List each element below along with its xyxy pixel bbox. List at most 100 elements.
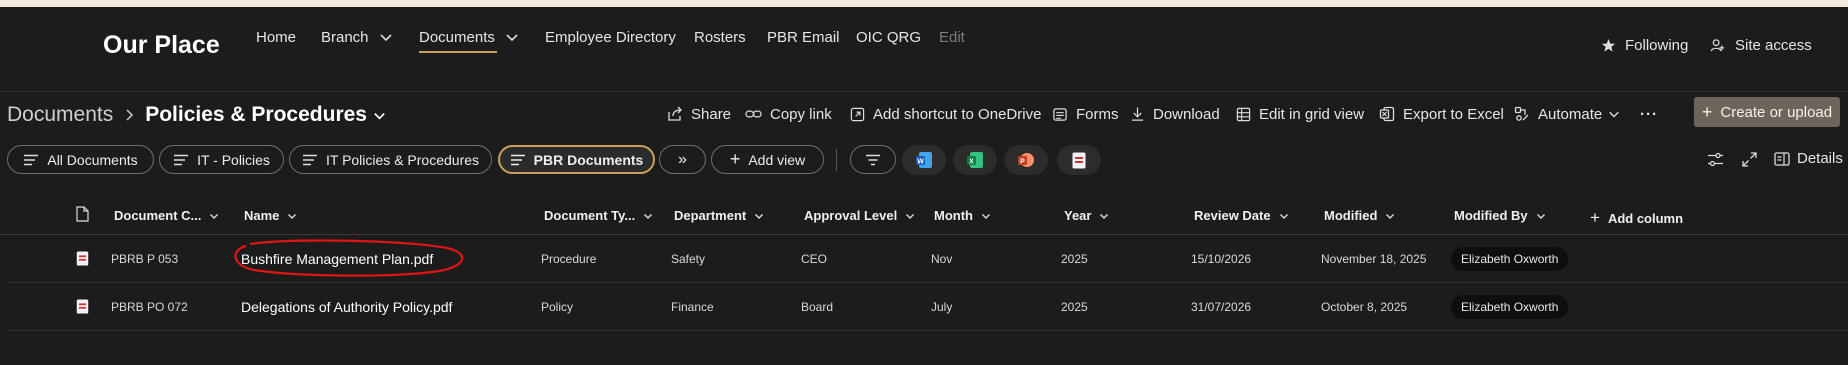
column-name[interactable]: Name [244,208,297,223]
view-all-documents[interactable]: All Documents [7,145,154,174]
document-code: PBRB PO 072 [111,299,188,314]
document-code: PBRB P 053 [111,251,179,266]
document-type: Procedure [541,251,597,266]
edit-grid-view-button[interactable]: Edit in grid view [1236,103,1364,125]
filter-button[interactable] [850,145,896,174]
edit-grid-view-label: Edit in grid view [1259,105,1365,123]
following-label: Following [1625,37,1689,54]
view-it-policies[interactable]: IT - Policies [159,145,284,174]
forms-button[interactable]: Forms [1052,103,1119,125]
more-commands-button[interactable]: ··· [1640,103,1658,125]
year: 2025 [1061,251,1088,266]
automate-label: Automate [1538,105,1603,123]
column-approval-level[interactable]: Approval Level [804,208,915,223]
column-year[interactable]: Year [1064,208,1109,223]
nav-documents[interactable]: Documents [419,28,519,53]
chevron-down-icon [1536,213,1545,219]
copy-link-label: Copy link [770,105,832,123]
view-label: IT - Policies [197,151,270,168]
breadcrumb: Documents Policies & Procedures [7,100,386,130]
add-view-button[interactable]: + Add view [711,145,824,174]
following-button[interactable]: Following [1601,37,1688,54]
list-icon [302,154,317,165]
download-label: Download [1153,105,1220,123]
filter-powerpoint-button[interactable]: P [1004,145,1048,175]
automate-button[interactable]: Automate [1514,103,1620,125]
list-icon [24,154,39,165]
modified-date: November 18, 2025 [1321,251,1427,266]
excel-icon [1379,106,1395,122]
share-button[interactable]: Share [667,103,731,125]
column-label: Modified By [1454,208,1528,223]
person-badge[interactable]: Elizabeth Oxworth [1451,246,1569,271]
column-header-row: Document C... Name Document Ty... Depart… [0,194,1848,235]
chevron-down-icon [1609,111,1619,118]
view-options-icon[interactable] [1707,152,1724,167]
person-badge[interactable]: Elizabeth Oxworth [1451,294,1569,319]
column-label: Department [674,208,747,223]
column-label: Document Ty... [544,208,636,223]
column-department[interactable]: Department [674,208,764,223]
file-name-link[interactable]: Delegations of Authority Policy.pdf [241,283,452,330]
chevron-down-icon [644,213,653,219]
filter-pdf-button[interactable] [1057,145,1101,175]
nav-pbr-email[interactable]: PBR Email [767,29,840,46]
details-button[interactable]: Details [1774,150,1843,167]
nav-branch[interactable]: Branch [321,29,393,46]
add-shortcut-button[interactable]: Add shortcut to OneDrive [850,103,1041,125]
column-label: Name [244,208,280,223]
copy-link-button[interactable]: Copy link [745,103,832,125]
site-access-button[interactable]: Site access [1710,37,1812,54]
column-label: Year [1064,208,1092,223]
site-title[interactable]: Our Place [103,31,220,60]
add-column-button[interactable]: + Add column [1590,208,1683,228]
pdf-file-icon-cell [76,283,89,330]
export-excel-button[interactable]: Export to Excel [1379,103,1504,125]
column-modified[interactable]: Modified [1324,208,1395,223]
nav-rosters[interactable]: Rosters [694,29,746,46]
column-review-date[interactable]: Review Date [1194,208,1289,223]
file-type-icon[interactable] [76,206,89,222]
create-or-upload-button[interactable]: + Create or upload [1694,97,1840,127]
chevron-down-icon[interactable] [373,109,386,122]
expand-icon[interactable] [1742,152,1757,167]
filter-word-button[interactable]: W [902,145,946,175]
column-document-type[interactable]: Document Ty... [544,208,653,223]
chevron-down-icon [506,34,518,42]
filter-excel-button[interactable]: X [953,145,997,175]
month: Nov [931,251,953,266]
column-label: Add column [1607,210,1684,226]
column-modified-by[interactable]: Modified By [1454,208,1546,223]
column-month[interactable]: Month [934,208,991,223]
add-shortcut-label: Add shortcut to OneDrive [873,105,1042,123]
view-pbr-documents[interactable]: PBR Documents [498,145,655,174]
breadcrumb-current[interactable]: Policies & Procedures [145,103,367,127]
more-views-button[interactable]: » [659,145,706,174]
chevron-right-icon [126,109,134,121]
svg-text:X: X [969,158,974,165]
nav-home[interactable]: Home [256,29,296,46]
review-date: 31/07/2026 [1191,299,1252,314]
department: Finance [671,299,714,314]
download-button[interactable]: Download [1130,103,1220,125]
svg-text:P: P [1020,158,1025,165]
month: July [931,299,953,314]
nav-label: Documents [419,28,495,46]
table-row[interactable]: PBRB PO 072 Delegations of Authority Pol… [8,283,1848,331]
nav-edit[interactable]: Edit [939,29,965,46]
view-label: PBR Documents [533,151,644,168]
column-label: Approval Level [804,208,898,223]
column-document-code[interactable]: Document C... [114,208,219,223]
year: 2025 [1061,299,1088,314]
view-it-policies-procedures[interactable]: IT Policies & Procedures [289,145,492,174]
nav-employee-directory[interactable]: Employee Directory [545,29,676,46]
chevron-down-icon [379,34,392,42]
nav-oic-qrg[interactable]: OIC QRG [856,29,921,46]
details-pane-icon [1774,151,1790,166]
view-label: IT Policies & Procedures [325,151,480,168]
chevron-down-icon [981,213,990,219]
pdf-icon [76,251,89,266]
star-icon [1601,38,1616,52]
breadcrumb-root[interactable]: Documents [7,103,113,127]
plus-icon: + [1590,208,1600,227]
